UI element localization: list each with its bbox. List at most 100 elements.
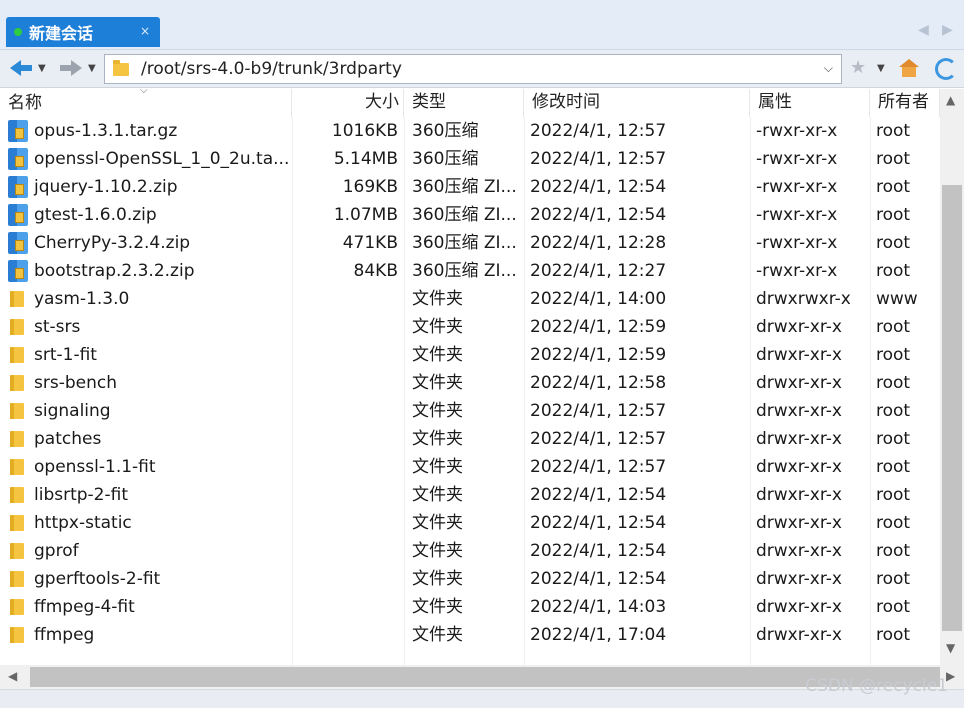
file-name[interactable]: gprof xyxy=(34,537,79,565)
file-name[interactable]: opus-1.3.1.tar.gz xyxy=(34,117,177,145)
path-text[interactable]: /root/srs-4.0-b9/trunk/3rdparty xyxy=(141,59,402,79)
forward-history-dropdown-icon[interactable]: ▼ xyxy=(88,63,96,74)
column-header-attributes[interactable]: 属性 xyxy=(750,89,870,117)
file-name[interactable]: signaling xyxy=(34,397,111,425)
column-header-size[interactable]: 大小 xyxy=(292,89,404,117)
file-name-cell[interactable]: gperftools-2-fit xyxy=(0,565,292,593)
vertical-scroll-thumb[interactable] xyxy=(942,185,962,631)
file-name[interactable]: gperftools-2-fit xyxy=(34,565,160,593)
file-name-cell[interactable]: opus-1.3.1.tar.gz xyxy=(0,117,292,145)
back-button[interactable]: ▼ xyxy=(10,56,46,80)
file-size: 471KB xyxy=(342,233,398,253)
file-size xyxy=(292,285,404,313)
folder-icon xyxy=(10,431,24,447)
tab-scroll-left-icon[interactable]: ◀ xyxy=(918,22,929,38)
table-row[interactable]: srs-bench 文件夹 2022/4/1, 12:58 drwxr-xr-x roo… xyxy=(0,369,940,397)
tab-session[interactable]: 新建会话 × xyxy=(6,17,160,47)
column-header-owner[interactable]: 所有者 xyxy=(870,89,940,117)
bookmark-dropdown-icon[interactable]: ▼ xyxy=(877,63,885,74)
file-type: 360压缩 ZI... xyxy=(412,261,517,281)
archive-icon xyxy=(8,204,28,226)
file-modified: 2022/4/1, 14:00 xyxy=(530,289,667,309)
sort-indicator-icon: ⌵ xyxy=(140,89,148,96)
file-name-cell[interactable]: st-srs xyxy=(0,313,292,341)
table-row[interactable]: httpx-static 文件夹 2022/4/1, 12:54 drwxr-xr-x… xyxy=(0,509,940,537)
file-name-cell[interactable]: gtest-1.6.0.zip xyxy=(0,201,292,229)
watermark: CSDN @recycle1 xyxy=(805,676,948,696)
path-input[interactable]: /root/srs-4.0-b9/trunk/3rdparty ⌵ xyxy=(104,54,842,84)
table-row[interactable]: srt-1-fit 文件夹 2022/4/1, 12:59 drwxr-xr-x roo… xyxy=(0,341,940,369)
file-type: 文件夹 xyxy=(412,625,463,645)
table-row[interactable]: bootstrap.2.3.2.zip 84KB 360压缩 ZI... 2022/4… xyxy=(0,257,940,285)
table-row[interactable]: openssl-OpenSSL_1_0_2u.ta... 5.14MB 360压缩 2… xyxy=(0,145,940,173)
column-header-modified[interactable]: 修改时间 xyxy=(524,89,750,117)
file-name-cell[interactable]: srs-bench xyxy=(0,369,292,397)
file-name-cell[interactable]: openssl-1.1-fit xyxy=(0,453,292,481)
file-owner: root xyxy=(876,233,911,253)
table-row[interactable]: jquery-1.10.2.zip 169KB 360压缩 ZI... 2022/4/… xyxy=(0,173,940,201)
file-name[interactable]: openssl-1.1-fit xyxy=(34,453,156,481)
scroll-up-icon[interactable]: ▲ xyxy=(946,93,955,107)
file-name-cell[interactable]: jquery-1.10.2.zip xyxy=(0,173,292,201)
table-row[interactable]: openssl-1.1-fit 文件夹 2022/4/1, 12:57 drwxr-x… xyxy=(0,453,940,481)
file-name-cell[interactable]: yasm-1.3.0 xyxy=(0,285,292,313)
table-row[interactable]: gperftools-2-fit 文件夹 2022/4/1, 12:54 drwxr-… xyxy=(0,565,940,593)
file-name[interactable]: CherryPy-3.2.4.zip xyxy=(34,229,190,257)
file-name-cell[interactable]: httpx-static xyxy=(0,509,292,537)
table-row[interactable]: st-srs 文件夹 2022/4/1, 12:59 drwxr-xr-x root xyxy=(0,313,940,341)
horizontal-scroll-thumb[interactable] xyxy=(30,667,940,687)
file-name-cell[interactable]: bootstrap.2.3.2.zip xyxy=(0,257,292,285)
file-owner: root xyxy=(876,625,911,645)
file-name-cell[interactable]: ffmpeg-4-fit xyxy=(0,593,292,621)
table-row[interactable]: CherryPy-3.2.4.zip 471KB 360压缩 ZI... 2022/4… xyxy=(0,229,940,257)
file-name[interactable]: gtest-1.6.0.zip xyxy=(34,201,157,229)
file-modified: 2022/4/1, 12:54 xyxy=(530,485,667,505)
home-folder-icon[interactable] xyxy=(899,59,919,77)
table-row[interactable]: yasm-1.3.0 文件夹 2022/4/1, 14:00 drwxrwxr-x ww… xyxy=(0,285,940,313)
file-name[interactable]: bootstrap.2.3.2.zip xyxy=(34,257,194,285)
file-name[interactable]: st-srs xyxy=(34,313,80,341)
file-name-cell[interactable]: srt-1-fit xyxy=(0,341,292,369)
file-name-cell[interactable]: openssl-OpenSSL_1_0_2u.ta... xyxy=(0,145,292,173)
table-row[interactable]: gprof 文件夹 2022/4/1, 12:54 drwxr-xr-x root xyxy=(0,537,940,565)
file-name[interactable]: openssl-OpenSSL_1_0_2u.ta... xyxy=(34,145,289,173)
scroll-down-icon[interactable]: ▼ xyxy=(946,641,955,655)
file-type: 文件夹 xyxy=(412,597,463,617)
file-name[interactable]: httpx-static xyxy=(34,509,132,537)
refresh-icon[interactable] xyxy=(935,58,957,80)
vertical-scrollbar[interactable]: ▲ ▼ xyxy=(940,89,964,665)
file-name[interactable]: srs-bench xyxy=(34,369,117,397)
file-name[interactable]: patches xyxy=(34,425,101,453)
file-size: 84KB xyxy=(353,261,398,281)
file-modified: 2022/4/1, 17:04 xyxy=(530,625,667,645)
file-name-cell[interactable]: patches xyxy=(0,425,292,453)
file-name[interactable]: yasm-1.3.0 xyxy=(34,285,129,313)
forward-button[interactable]: ▼ xyxy=(60,56,96,80)
path-dropdown-icon[interactable]: ⌵ xyxy=(824,61,833,76)
table-row[interactable]: ffmpeg 文件夹 2022/4/1, 17:04 drwxr-xr-x root xyxy=(0,621,940,649)
table-row[interactable]: patches 文件夹 2022/4/1, 12:57 drwxr-xr-x root xyxy=(0,425,940,453)
file-owner: root xyxy=(876,177,911,197)
bookmark-star-icon[interactable]: ★ xyxy=(850,57,866,78)
scroll-left-icon[interactable]: ◀ xyxy=(8,669,17,683)
file-name[interactable]: ffmpeg-4-fit xyxy=(34,593,135,621)
file-name-cell[interactable]: CherryPy-3.2.4.zip xyxy=(0,229,292,257)
file-name-cell[interactable]: gprof xyxy=(0,537,292,565)
back-history-dropdown-icon[interactable]: ▼ xyxy=(38,63,46,74)
table-row[interactable]: ffmpeg-4-fit 文件夹 2022/4/1, 14:03 drwxr-xr-x… xyxy=(0,593,940,621)
file-name-cell[interactable]: libsrtp-2-fit xyxy=(0,481,292,509)
file-name-cell[interactable]: signaling xyxy=(0,397,292,425)
file-modified: 2022/4/1, 12:54 xyxy=(530,569,667,589)
close-tab-icon[interactable]: × xyxy=(140,24,150,38)
table-row[interactable]: signaling 文件夹 2022/4/1, 12:57 drwxr-xr-x roo… xyxy=(0,397,940,425)
table-row[interactable]: libsrtp-2-fit 文件夹 2022/4/1, 12:54 drwxr-xr-… xyxy=(0,481,940,509)
file-name[interactable]: ffmpeg xyxy=(34,621,94,649)
file-name[interactable]: jquery-1.10.2.zip xyxy=(34,173,178,201)
file-name[interactable]: libsrtp-2-fit xyxy=(34,481,128,509)
table-row[interactable]: opus-1.3.1.tar.gz 1016KB 360压缩 2022/4/1, 12… xyxy=(0,117,940,145)
table-row[interactable]: gtest-1.6.0.zip 1.07MB 360压缩 ZI... 2022/4/1… xyxy=(0,201,940,229)
column-header-type[interactable]: 类型 xyxy=(404,89,524,117)
file-name[interactable]: srt-1-fit xyxy=(34,341,97,369)
file-name-cell[interactable]: ffmpeg xyxy=(0,621,292,649)
tab-scroll-right-icon[interactable]: ▶ xyxy=(942,22,953,38)
